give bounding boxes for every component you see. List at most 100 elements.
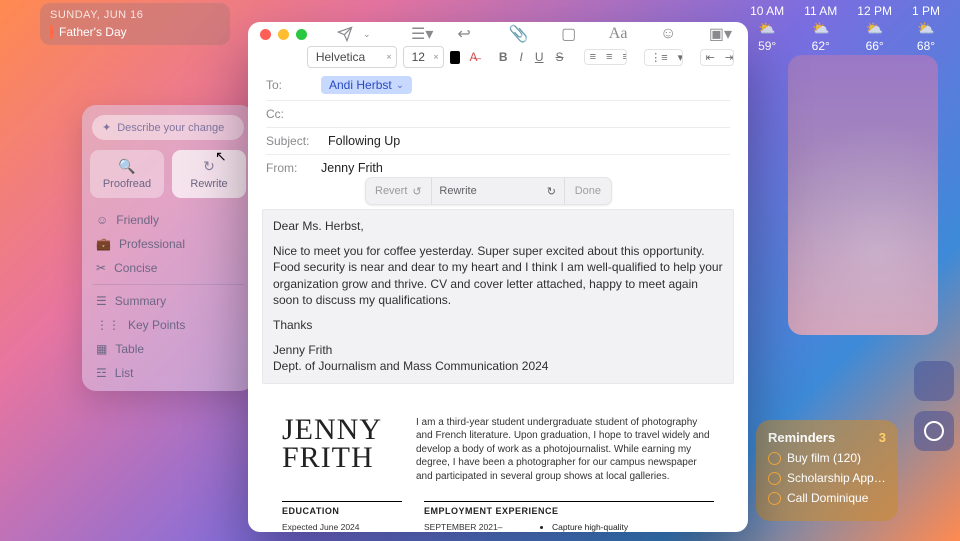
event-accent-bar (50, 25, 53, 39)
subject-field[interactable]: Subject:Following Up (266, 128, 730, 155)
weather-icon: ⛅ (812, 20, 829, 37)
transform-summary[interactable]: ☰Summary (92, 289, 244, 313)
weather-hour: 1 PM⛅68° (912, 4, 940, 53)
message-headers: To:Andi Herbst Cc: Subject:Following Up … (248, 68, 748, 183)
compose-window: ⌄ ☰▾ ↩ 📎 ▢ Aa ☺ ▣▾ Helvetica 12 A̶ B I U… (248, 22, 748, 532)
reminder-item[interactable]: Call Dominique (768, 491, 886, 505)
recipient-chip[interactable]: Andi Herbst (321, 76, 412, 94)
resume-education-entry: Expected June 2024 BACHELOR OF FINE ARTS… (282, 522, 402, 532)
align-right-icon: ≡ (617, 50, 627, 64)
insert-icon[interactable]: ▣▾ (705, 22, 736, 46)
header-fields-button[interactable]: ☰▾ (407, 22, 437, 46)
emoji-icon[interactable]: ☺ (656, 23, 680, 45)
reminder-toggle-icon[interactable] (768, 452, 781, 465)
keypoints-icon: ⋮⋮ (96, 318, 120, 332)
to-field[interactable]: To:Andi Herbst (266, 70, 730, 101)
weather-widget[interactable]: 10 AM⛅59° 11 AM⛅62° 12 PM⛅66° 1 PM⛅68° (750, 4, 940, 53)
rewrite-icon: ↻ (203, 158, 215, 175)
transform-table[interactable]: ▦Table (92, 337, 244, 361)
list-group[interactable]: ⋮≡▾ (644, 49, 682, 66)
smile-icon: ☺ (96, 213, 108, 227)
redo-icon[interactable]: ↻ (547, 185, 556, 198)
resume-education-heading: EDUCATION (282, 501, 402, 516)
mini-widget[interactable] (914, 411, 954, 451)
font-size-select[interactable]: 12 (403, 46, 444, 68)
send-options-chevron-icon[interactable]: ⌄ (363, 29, 371, 40)
indent-group[interactable]: ⇤⇥ (700, 49, 734, 66)
describe-change-input[interactable]: ✦Describe your change (92, 115, 244, 140)
zoom-icon[interactable] (296, 29, 307, 40)
clear-style-icon[interactable]: A̶ (466, 50, 480, 64)
tone-concise[interactable]: ✂Concise (92, 256, 244, 280)
align-group[interactable]: ≡≡≡ (584, 49, 628, 65)
writing-tools-panel: ✦Describe your change 🔍Proofread ↻Rewrit… (82, 105, 254, 391)
revert-button[interactable]: Revert↺ (366, 185, 431, 198)
attach-icon[interactable]: 📎 (505, 22, 533, 46)
message-body-selection[interactable]: Dear Ms. Herbst, Nice to meet you for co… (262, 209, 734, 384)
calendar-widget[interactable]: SUNDAY, JUN 16 Father's Day (40, 3, 230, 45)
done-button[interactable]: Done (565, 185, 611, 197)
body-thanks: Thanks (273, 317, 723, 333)
mini-widget[interactable] (914, 361, 954, 401)
minimize-icon[interactable] (278, 29, 289, 40)
weather-icon: ⛅ (917, 20, 934, 37)
body-signature: Jenny FrithDept. of Journalism and Mass … (273, 342, 723, 374)
reply-icon[interactable]: ↩ (453, 22, 474, 46)
bold-button[interactable]: B (496, 50, 511, 64)
italic-button[interactable]: I (517, 50, 526, 64)
weather-icon: ⛅ (758, 20, 775, 37)
resume-employment-entry: SEPTEMBER 2021–PRESENT Photographer CAMP… (424, 522, 524, 532)
body-greeting: Dear Ms. Herbst, (273, 218, 723, 234)
resume-name: JENNYFRITH (282, 416, 382, 473)
indent-icon: ⇥ (720, 50, 734, 65)
photo-browser-icon[interactable]: ▢ (557, 22, 580, 46)
traffic-lights[interactable] (260, 29, 307, 40)
reminders-count: 3 (879, 430, 886, 445)
format-button[interactable]: Aa (605, 23, 632, 45)
reminder-toggle-icon[interactable] (768, 472, 781, 485)
reminders-widget[interactable]: Reminders 3 Buy film (120) Scholarship Ap… (756, 420, 898, 521)
undo-icon: ↺ (412, 185, 421, 198)
underline-button[interactable]: U (532, 50, 547, 64)
proofread-button[interactable]: 🔍Proofread (90, 150, 164, 198)
tone-friendly[interactable]: ☺Friendly (92, 208, 244, 232)
align-left-icon: ≡ (585, 50, 601, 64)
calendar-event[interactable]: Father's Day (50, 25, 220, 39)
cc-field[interactable]: Cc: (266, 101, 730, 128)
resume-bullets: Capture high-quality photographs to acco… (542, 522, 664, 532)
weather-hour: 11 AM⛅62° (804, 4, 837, 53)
table-icon: ▦ (96, 342, 107, 356)
format-toolbar: Helvetica 12 A̶ B I U S ≡≡≡ ⋮≡▾ ⇤⇥ (248, 46, 748, 68)
resume-attachment-preview[interactable]: JENNYFRITH I am a third-year student und… (262, 396, 734, 533)
send-button[interactable] (333, 24, 357, 44)
resume-employment-heading: EMPLOYMENT EXPERIENCE (424, 501, 714, 516)
summary-icon: ☰ (96, 294, 107, 308)
tone-professional[interactable]: 💼Professional (92, 232, 244, 256)
magnify-text-icon: 🔍 (118, 158, 135, 175)
weather-hour: 12 PM⛅66° (857, 4, 892, 53)
bullet-list-icon: ⋮≡ (645, 50, 672, 65)
body-paragraph: Nice to meet you for coffee yesterday. S… (273, 243, 723, 308)
resume-intro: I am a third-year student undergraduate … (416, 416, 714, 484)
list-icon: ☲ (96, 366, 107, 380)
reminders-title: Reminders (768, 430, 835, 445)
rewrite-button[interactable]: ↻Rewrite (172, 150, 246, 198)
outdent-icon: ⇤ (701, 50, 720, 65)
align-center-icon: ≡ (601, 50, 617, 64)
reminder-toggle-icon[interactable] (768, 492, 781, 505)
close-icon[interactable] (260, 29, 271, 40)
font-family-select[interactable]: Helvetica (307, 46, 397, 68)
strike-button[interactable]: S (553, 50, 567, 64)
photo-widget[interactable] (788, 55, 938, 335)
transform-list[interactable]: ☲List (92, 361, 244, 385)
weather-icon: ⛅ (866, 20, 883, 37)
text-color-swatch[interactable] (450, 51, 461, 64)
concise-icon: ✂ (96, 261, 106, 275)
reminder-item[interactable]: Buy film (120) (768, 451, 886, 465)
transform-keypoints[interactable]: ⋮⋮Key Points (92, 313, 244, 337)
briefcase-icon: 💼 (96, 237, 111, 251)
window-toolbar: ⌄ ☰▾ ↩ 📎 ▢ Aa ☺ ▣▾ (248, 22, 748, 46)
variant-label: Rewrite (439, 185, 476, 197)
sparkle-icon: ✦ (102, 121, 111, 134)
reminder-item[interactable]: Scholarship App… (768, 471, 886, 485)
